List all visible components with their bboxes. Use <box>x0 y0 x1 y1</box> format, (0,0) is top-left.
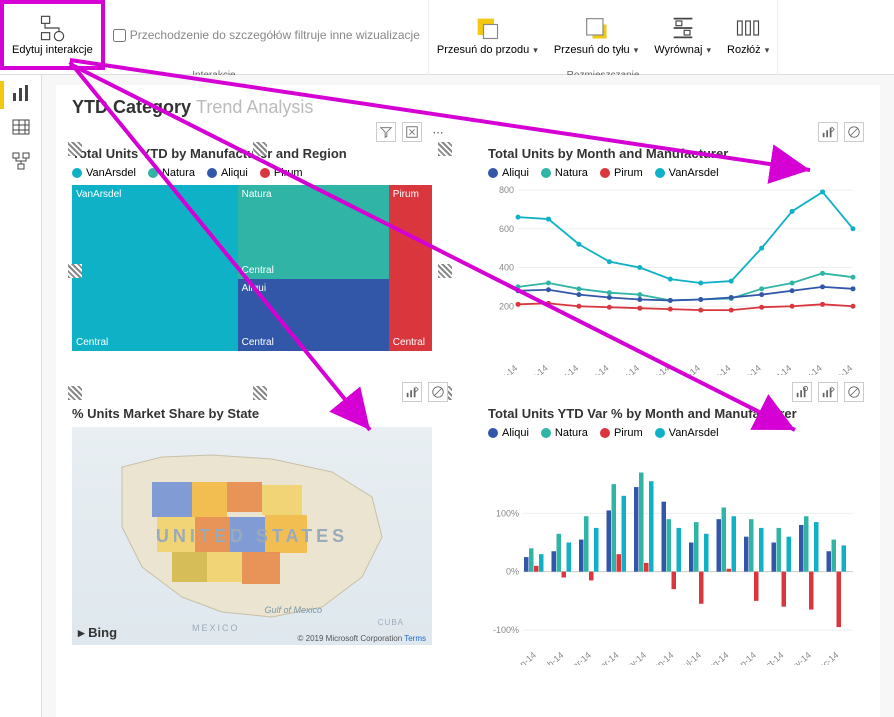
svg-text:Jun-14: Jun-14 <box>648 650 676 665</box>
viz-treemap[interactable]: ⋯ Total Units YTD by Manufacturer and Re… <box>72 146 448 396</box>
svg-text:800: 800 <box>499 185 514 195</box>
bring-forward-button[interactable]: Przesuń do przodu <box>429 0 546 70</box>
report-page[interactable]: YTD Category Trend Analysis ⋯ Total Unit… <box>56 85 880 717</box>
edit-interactions-icon <box>38 14 66 42</box>
svg-text:Aug-14: Aug-14 <box>704 363 733 375</box>
bring-forward-icon <box>473 14 501 42</box>
drill-filters-input[interactable] <box>113 29 126 42</box>
svg-text:Feb-14: Feb-14 <box>537 650 565 665</box>
map-mexico-label: MEXICO <box>192 623 240 633</box>
send-backward-button[interactable]: Przesuń do tyłu <box>546 0 646 70</box>
interaction-filter-icon[interactable] <box>818 122 838 142</box>
svg-text:Oct-14: Oct-14 <box>766 363 793 375</box>
map-body[interactable]: UNITED STATES Gulf of Mexico MEXICO CUBA… <box>72 427 432 645</box>
svg-text:Dec-14: Dec-14 <box>826 363 855 375</box>
svg-text:Jul-14: Jul-14 <box>678 650 703 665</box>
interaction-highlight-icon[interactable] <box>792 382 812 402</box>
interaction-none-icon[interactable] <box>844 382 864 402</box>
send-backward-icon <box>582 14 610 42</box>
svg-text:Feb-14: Feb-14 <box>521 363 549 375</box>
interaction-filter-icon[interactable] <box>402 382 422 402</box>
svg-text:Sep-14: Sep-14 <box>729 650 758 665</box>
distribute-label: Rozłóż <box>727 44 761 56</box>
page-title: YTD Category Trend Analysis <box>72 97 864 118</box>
bring-forward-label: Przesuń do przodu <box>437 44 529 56</box>
svg-text:Jan-14: Jan-14 <box>511 650 539 665</box>
viz1-legend: VanArsdel Natura Aliqui Pirum <box>72 167 448 179</box>
svg-text:Jun-14: Jun-14 <box>644 363 672 375</box>
svg-text:May-14: May-14 <box>612 363 641 375</box>
map-copyright: © 2019 Microsoft Corporation Terms <box>298 634 426 643</box>
canvas: YTD Category Trend Analysis ⋯ Total Unit… <box>42 75 894 717</box>
map-gulf-label: Gulf of Mexico <box>264 605 322 615</box>
send-backward-label: Przesuń do tyłu <box>554 44 630 56</box>
svg-text:May-14: May-14 <box>619 650 648 665</box>
align-icon <box>669 14 697 42</box>
svg-text:0%: 0% <box>506 567 519 577</box>
distribute-button[interactable]: Rozłóż <box>719 0 777 70</box>
svg-text:Aug-14: Aug-14 <box>702 650 731 665</box>
viz2-title: Total Units by Month and Manufacturer <box>488 146 864 161</box>
viz-map[interactable]: % Units Market Share by State <box>72 406 448 686</box>
ribbon: Edytuj interakcje Przechodzenie do szcze… <box>0 0 894 75</box>
map-cuba-label: CUBA <box>378 618 404 627</box>
align-label: Wyrównaj <box>654 44 702 56</box>
page-title-main: YTD Category <box>72 97 191 117</box>
more-options-icon[interactable]: ⋯ <box>428 122 448 142</box>
svg-text:100%: 100% <box>496 508 519 518</box>
focus-mode-icon[interactable] <box>402 122 422 142</box>
workspace: YTD Category Trend Analysis ⋯ Total Unit… <box>0 75 894 717</box>
interaction-none-icon[interactable] <box>428 382 448 402</box>
svg-text:Sep-14: Sep-14 <box>734 363 763 375</box>
interaction-filter-icon[interactable] <box>818 382 838 402</box>
report-view-icon[interactable] <box>11 83 31 103</box>
svg-text:-100%: -100% <box>493 625 519 635</box>
align-button[interactable]: Wyrównaj <box>646 0 719 70</box>
bing-logo: ▸ Bing <box>78 625 117 641</box>
svg-text:Jan-14: Jan-14 <box>492 363 520 375</box>
filter-icon[interactable] <box>376 122 396 142</box>
line-chart-svg: 200 400 600 800 Jan-14Feb-14Mar-14 Apr-14May-… <box>488 185 858 375</box>
bar-chart-svg: -100% 0% 100% Jan-14Feb-14Mar-14Apr-14May-1… <box>488 445 858 665</box>
drill-filters-label: Przechodzenie do szczegółów filtruje inn… <box>130 28 420 42</box>
viz3-title: % Units Market Share by State <box>72 406 448 421</box>
map-terms-link[interactable]: Terms <box>404 634 426 643</box>
svg-text:Nov-14: Nov-14 <box>784 650 813 665</box>
svg-text:Mar-14: Mar-14 <box>552 363 580 375</box>
data-view-icon[interactable] <box>11 117 31 137</box>
viz-bar[interactable]: Total Units YTD Var % by Month and Manuf… <box>488 406 864 686</box>
map-country-label: UNITED STATES <box>156 526 348 547</box>
svg-text:Apr-14: Apr-14 <box>584 363 611 375</box>
viz4-title: Total Units YTD Var % by Month and Manuf… <box>488 406 864 421</box>
viz-line[interactable]: Total Units by Month and Manufacturer Al… <box>488 146 864 396</box>
treemap-body[interactable]: VanArsdel Central Natura Central Aliqui <box>72 185 432 351</box>
edit-interactions-label: Edytuj interakcje <box>12 44 93 56</box>
side-rail <box>0 75 42 717</box>
side-active-indicator <box>0 81 4 109</box>
svg-text:400: 400 <box>499 263 514 273</box>
svg-text:Mar-14: Mar-14 <box>565 650 593 665</box>
viz2-legend: Aliqui Natura Pirum VanArsdel <box>488 167 864 179</box>
page-title-sub: Trend Analysis <box>196 97 313 117</box>
drill-filters-checkbox[interactable]: Przechodzenie do szczegółów filtruje inn… <box>105 0 428 70</box>
svg-text:Jul-14: Jul-14 <box>677 363 702 375</box>
svg-text:Nov-14: Nov-14 <box>795 363 824 375</box>
svg-text:600: 600 <box>499 224 514 234</box>
distribute-icon <box>734 14 762 42</box>
svg-text:200: 200 <box>499 301 514 311</box>
svg-text:Dec-14: Dec-14 <box>812 650 841 665</box>
svg-text:Oct-14: Oct-14 <box>758 650 785 665</box>
viz4-legend: Aliqui Natura Pirum VanArsdel <box>488 427 864 439</box>
edit-interactions-button[interactable]: Edytuj interakcje <box>0 0 105 70</box>
svg-text:Apr-14: Apr-14 <box>593 650 620 665</box>
interaction-none-icon[interactable] <box>844 122 864 142</box>
model-view-icon[interactable] <box>11 151 31 171</box>
